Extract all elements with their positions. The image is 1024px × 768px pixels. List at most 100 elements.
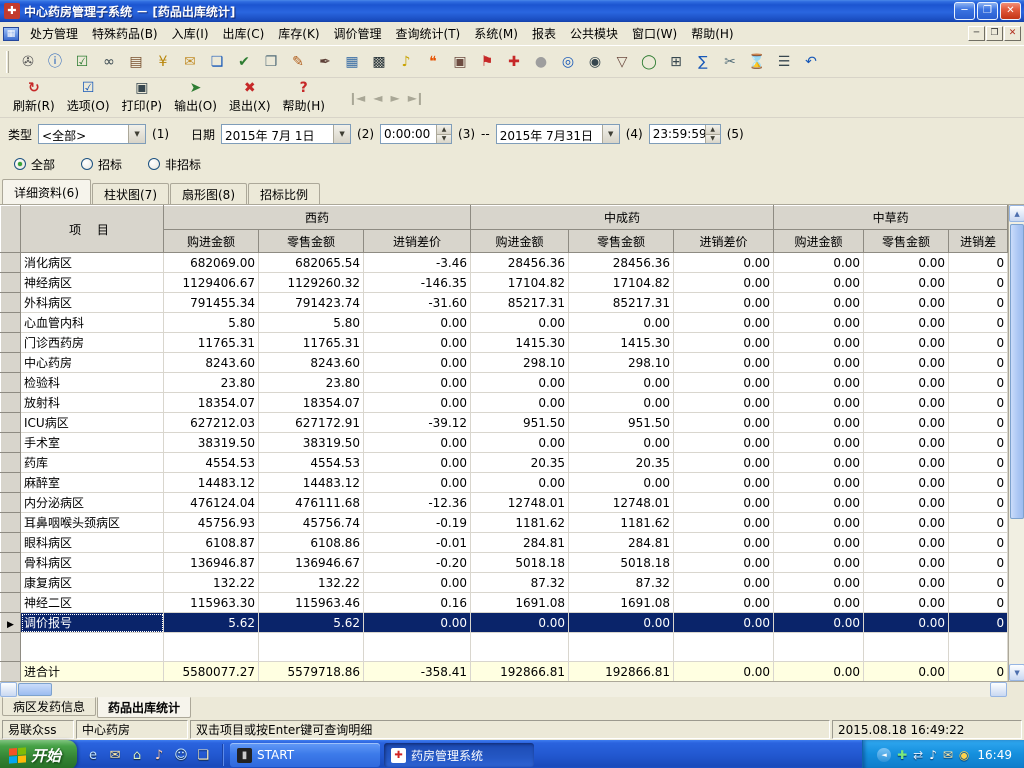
cell[interactable]: 0.00	[673, 512, 775, 533]
cell[interactable]: -12.36	[362, 492, 472, 513]
cell[interactable]: 5.80	[258, 312, 364, 333]
cell[interactable]: 5.80	[163, 312, 259, 333]
cell[interactable]: 0.00	[673, 272, 775, 293]
cell[interactable]: 0.00	[568, 612, 675, 633]
row-selector[interactable]	[0, 492, 21, 513]
cell[interactable]: 38319.50	[163, 432, 259, 453]
row-label[interactable]: 门诊西药房	[20, 332, 164, 353]
cell[interactable]: 1691.08	[568, 592, 675, 613]
hscroll-track[interactable]	[17, 682, 990, 697]
cell[interactable]: 0	[948, 272, 1009, 293]
cell[interactable]: 0.00	[362, 432, 472, 453]
table-row[interactable]: 调价报号5.625.620.000.000.000.000.000.000	[0, 612, 1009, 633]
cell[interactable]: 87.32	[470, 572, 570, 593]
cell[interactable]: 1415.30	[568, 332, 675, 353]
menu-item[interactable]: 调价管理	[327, 22, 389, 45]
cell[interactable]: 951.50	[470, 412, 570, 433]
table-row[interactable]: ICU病区 627212.03 627172.91 -39.12 951.50 951.5…	[0, 412, 1009, 433]
row-label[interactable]: 检验科	[20, 372, 164, 393]
cell[interactable]: 0.00	[863, 572, 950, 593]
tool-button[interactable]: ▩	[366, 49, 392, 74]
cell[interactable]: 6108.87	[163, 532, 259, 553]
cell[interactable]: -39.12	[362, 412, 472, 433]
mdi-restore-button[interactable]: ❐	[986, 26, 1003, 41]
cell[interactable]: -0.01	[362, 532, 472, 553]
mdi-minimize-button[interactable]: ─	[968, 26, 985, 41]
cell[interactable]: -0.19	[362, 512, 472, 533]
cell[interactable]: 284.81	[470, 532, 570, 553]
menu-item[interactable]: 系统(M)	[467, 22, 525, 45]
cell[interactable]: 0.00	[470, 312, 570, 333]
cell[interactable]: 115963.30	[163, 592, 259, 613]
cell[interactable]: 0.00	[362, 332, 472, 353]
tray-shield-icon[interactable]: ◉	[959, 748, 969, 762]
tool-button[interactable]: ◉	[582, 49, 608, 74]
table-row[interactable]: 检验科 23.80 23.80 0.00 0.00 0.00 0.00 0.00 0.00 0	[0, 372, 1009, 393]
chevron-down-icon[interactable]	[601, 125, 619, 143]
row-selector[interactable]	[0, 432, 21, 453]
scroll-thumb[interactable]	[1010, 224, 1024, 519]
chevron-down-icon[interactable]	[333, 125, 351, 143]
media-player-icon[interactable]: ♪	[150, 746, 168, 764]
print-button[interactable]: ▣ 打印(P)	[117, 79, 168, 117]
next-record-icon[interactable]: ►	[390, 91, 399, 105]
tool-button[interactable]: ◯	[636, 49, 662, 74]
horizontal-scrollbar[interactable]	[0, 681, 1024, 697]
cell[interactable]: 0.00	[863, 312, 950, 333]
cell[interactable]: 0.00	[863, 512, 950, 533]
cell[interactable]: 0	[948, 452, 1009, 473]
cell[interactable]: 28456.36	[470, 252, 570, 273]
refresh-button[interactable]: ↻ 刷新(R)	[8, 79, 60, 117]
cell[interactable]: 0.00	[863, 372, 950, 393]
cell[interactable]: 0.00	[773, 452, 865, 473]
tool-button[interactable]: ◎	[555, 49, 581, 74]
cell[interactable]: 0.00	[673, 332, 775, 353]
radio-option[interactable]: 全部	[14, 156, 55, 173]
cell[interactable]: 0.00	[362, 352, 472, 373]
cell[interactable]: 28456.36	[568, 252, 675, 273]
cell[interactable]: 0.00	[773, 272, 865, 293]
table-row[interactable]: 眼科病区 6108.87 6108.86 -0.01 284.81 284.81 0.00 0…	[0, 532, 1009, 553]
tool-button[interactable]: ♪	[393, 49, 419, 74]
outlook-icon[interactable]: ✉	[106, 746, 124, 764]
cell[interactable]: 0.00	[673, 572, 775, 593]
row-selector[interactable]	[0, 252, 21, 273]
row-selector[interactable]	[0, 372, 21, 393]
cell[interactable]: 1129406.67	[163, 272, 259, 293]
cell[interactable]: 0.00	[673, 392, 775, 413]
tool-button[interactable]: ✂	[717, 49, 743, 74]
cell[interactable]: 0.00	[673, 312, 775, 333]
tool-button[interactable]: ∞	[96, 49, 122, 74]
tool-button[interactable]: ✎	[285, 49, 311, 74]
cell[interactable]: 20.35	[568, 452, 675, 473]
row-label[interactable]: 调价报号	[20, 612, 164, 633]
cell[interactable]: 0.00	[568, 392, 675, 413]
cell[interactable]: 45756.93	[163, 512, 259, 533]
cell[interactable]: 0.00	[673, 592, 775, 613]
help-button[interactable]: ? 帮助(H)	[278, 79, 330, 117]
menu-item[interactable]: 公共模块	[563, 22, 625, 45]
row-label[interactable]: 放射科	[20, 392, 164, 413]
cell[interactable]: -0.20	[362, 552, 472, 573]
tool-button[interactable]: ⌛	[744, 49, 770, 74]
cell[interactable]: 0	[948, 252, 1009, 273]
cell[interactable]: 0.00	[362, 312, 472, 333]
row-selector[interactable]	[0, 552, 21, 573]
cell[interactable]: 8243.60	[258, 352, 364, 373]
tool-button[interactable]: ✉	[177, 49, 203, 74]
row-selector[interactable]	[0, 312, 21, 333]
cell[interactable]: 4554.53	[163, 452, 259, 473]
row-selector[interactable]	[0, 592, 21, 613]
row-label[interactable]: ICU病区	[20, 412, 164, 433]
start-button[interactable]: 开始	[0, 740, 78, 768]
minimize-button[interactable]: ─	[954, 2, 975, 20]
cell[interactable]: 682065.54	[258, 252, 364, 273]
row-selector[interactable]	[0, 272, 21, 293]
cell[interactable]: 0.00	[773, 432, 865, 453]
cell[interactable]: 0	[948, 392, 1009, 413]
cell[interactable]: 0	[948, 492, 1009, 513]
cell[interactable]: 0.00	[673, 472, 775, 493]
spin-up-icon[interactable]	[705, 125, 720, 135]
cell[interactable]: 0.00	[362, 472, 472, 493]
row-label[interactable]: 麻醉室	[20, 472, 164, 493]
